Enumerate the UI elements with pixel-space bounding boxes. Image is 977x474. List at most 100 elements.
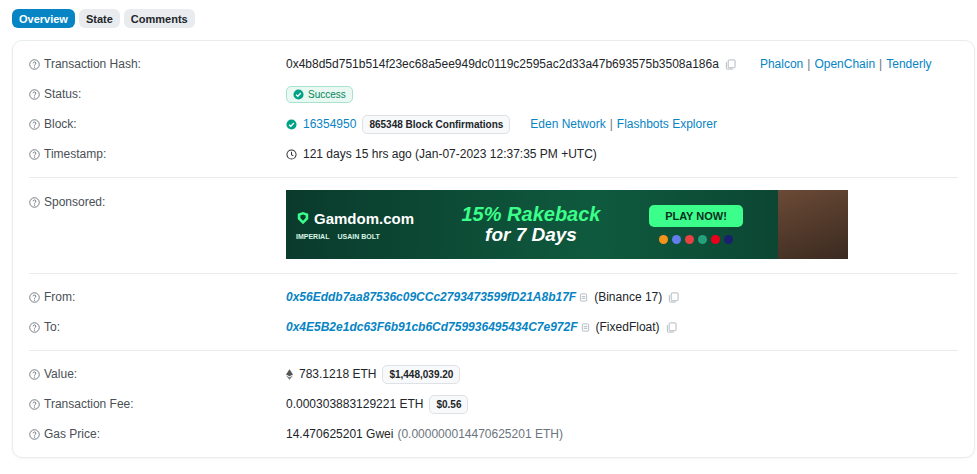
row-label: Value: <box>29 367 286 381</box>
help-icon[interactable] <box>29 369 40 380</box>
check-circle-icon <box>293 89 304 100</box>
clock-icon <box>286 149 297 160</box>
ad-play-button[interactable]: PLAY NOW! <box>649 205 743 227</box>
ad-brand: Gamdom.com <box>296 210 436 227</box>
status-badge: Success <box>286 86 353 103</box>
row-label: Block: <box>29 117 286 131</box>
label-text: Status: <box>44 87 81 101</box>
ad-banner[interactable]: Gamdom.com IMPERIAL USAIN BOLT 15% Rakeback… <box>286 190 848 259</box>
tab-bar: OverviewStateComments <box>12 9 975 28</box>
help-icon[interactable] <box>29 149 40 160</box>
copy-icon[interactable] <box>725 59 736 70</box>
gas-detail: (0.000000014470625201 ETH) <box>397 427 562 441</box>
row-label: Status: <box>29 87 286 101</box>
fee-row: Transaction Fee: 0.000303883129221 ETH $0.… <box>29 389 958 419</box>
label-text: Gas Price: <box>44 427 100 441</box>
ad-partner: USAIN BOLT <box>337 233 379 240</box>
help-icon[interactable] <box>29 197 40 208</box>
row-value: 0x4E5B2e1dc63F6b91cb6Cd759936495434C7e97… <box>286 320 958 334</box>
help-icon[interactable] <box>29 399 40 410</box>
coin-icon <box>672 235 681 244</box>
ad-photo <box>778 190 848 259</box>
label-text: Timestamp: <box>44 147 106 161</box>
overview-card: Transaction Hash: 0x4b8d5d751b514f23ec68a… <box>12 40 975 458</box>
confirmations-badge: 865348 Block Confirmations <box>362 115 510 134</box>
row-value: 783.1218 ETH $1,448,039.20 <box>286 365 958 384</box>
transaction-hash: 0x4b8d5d751b514f23ec68a5ee949dc0119c2595… <box>286 57 719 71</box>
row-label: Gas Price: <box>29 427 286 441</box>
coin-icon <box>711 235 720 244</box>
explorer-links: Phalcon|OpenChain|Tenderly <box>760 57 932 71</box>
help-icon[interactable] <box>29 59 40 70</box>
label-text: Sponsored: <box>44 195 105 209</box>
block-explorer-link[interactable]: Eden Network <box>530 117 605 131</box>
address-row: To:0x4E5B2e1dc63F6b91cb6Cd759936495434C7… <box>29 312 958 342</box>
row-label: To: <box>29 320 286 334</box>
address-row: From:0x56Eddb7aa87536c09CCc2793473599fD2… <box>29 282 958 312</box>
detail-section: Transaction Hash: 0x4b8d5d751b514f23ec68a… <box>29 41 958 177</box>
label-text: Value: <box>44 367 77 381</box>
check-circle-icon <box>286 119 297 130</box>
value-amount: 783.1218 ETH <box>299 367 376 381</box>
address-link[interactable]: 0x56Eddb7aa87536c09CCc2793473599fD21A8b1… <box>286 290 576 304</box>
gas-row: Gas Price: 14.470625201 Gwei (0.0000000144… <box>29 419 958 449</box>
row-label: Transaction Hash: <box>29 57 286 71</box>
timestamp-text: 121 days 15 hrs ago (Jan-07-2023 12:37:3… <box>303 147 597 161</box>
ad-subline: for 7 Days <box>436 225 626 246</box>
row-label: Sponsored: <box>29 190 286 209</box>
help-icon[interactable] <box>29 292 40 303</box>
row-value: 0x56Eddb7aa87536c09CCc2793473599fD21A8b1… <box>286 290 958 304</box>
row-label: Timestamp: <box>29 147 286 161</box>
explorer-link[interactable]: Phalcon <box>760 57 803 71</box>
gas-amount: 14.470625201 Gwei <box>286 427 393 441</box>
value-row: Value: 783.1218 ETH $1,448,039.20 <box>29 359 958 389</box>
detail-section: Value: 783.1218 ETH $1,448,039.20 Transacti… <box>29 350 958 457</box>
coin-icon <box>724 235 733 244</box>
ad-headline-block: 15% Rakebackfor 7 Days <box>436 203 626 246</box>
coin-icon <box>659 235 668 244</box>
detail-section: Sponsored: Gamdom.com IMPERIAL USAIN BOLT 15… <box>29 177 958 273</box>
address-name: (Binance 17) <box>594 290 662 304</box>
link-separator: | <box>879 57 882 71</box>
coin-icon <box>685 235 694 244</box>
usd-badge: $0.56 <box>429 395 468 414</box>
ad-headline: 15% Rakeback <box>436 203 626 225</box>
row-label: From: <box>29 290 286 304</box>
contract-icon <box>579 293 588 302</box>
tab[interactable]: State <box>79 9 120 28</box>
row-value: 121 days 15 hrs ago (Jan-07-2023 12:37:3… <box>286 147 958 161</box>
sponsored-row: Sponsored: Gamdom.com IMPERIAL USAIN BOLT 15… <box>29 186 958 265</box>
link-separator: | <box>610 117 613 131</box>
label-text: Transaction Fee: <box>44 397 134 411</box>
label-text: Block: <box>44 117 77 131</box>
row-value: Success <box>286 86 958 103</box>
contract-icon <box>581 323 590 332</box>
transaction-page: OverviewStateComments Transaction Hash: 0x… <box>0 0 977 474</box>
fee-amount: 0.000303883129221 ETH <box>286 397 423 411</box>
help-icon[interactable] <box>29 429 40 440</box>
row-value: 0.000303883129221 ETH $0.56 <box>286 395 958 414</box>
row-label: Transaction Fee: <box>29 397 286 411</box>
label-text: Transaction Hash: <box>44 57 141 71</box>
tab[interactable]: Comments <box>124 9 195 28</box>
block-link[interactable]: 16354950 <box>303 117 356 131</box>
tab[interactable]: Overview <box>12 9 75 28</box>
help-icon[interactable] <box>29 89 40 100</box>
copy-icon[interactable] <box>666 322 677 333</box>
usd-badge: $1,448,039.20 <box>382 365 460 384</box>
explorer-link[interactable]: Tenderly <box>886 57 931 71</box>
row-value: 16354950 865348 Block Confirmations Eden N… <box>286 115 958 134</box>
explorer-link[interactable]: OpenChain <box>814 57 875 71</box>
ad-partners: IMPERIAL USAIN BOLT <box>296 233 436 240</box>
block-row: Block: 16354950 865348 Block Confirmations… <box>29 109 958 139</box>
row-value: 0x4b8d5d751b514f23ec68a5ee949dc0119c2595… <box>286 57 958 71</box>
copy-icon[interactable] <box>668 292 679 303</box>
block-explorer-link[interactable]: Flashbots Explorer <box>617 117 717 131</box>
help-icon[interactable] <box>29 322 40 333</box>
address-name: (FixedFloat) <box>596 320 660 334</box>
status-row: Status: Success <box>29 79 958 109</box>
address-link[interactable]: 0x4E5B2e1dc63F6b91cb6Cd759936495434C7e97… <box>286 320 578 334</box>
ad-partner: IMPERIAL <box>296 233 329 240</box>
block-links: Eden Network | Flashbots Explorer <box>530 117 717 131</box>
help-icon[interactable] <box>29 119 40 130</box>
